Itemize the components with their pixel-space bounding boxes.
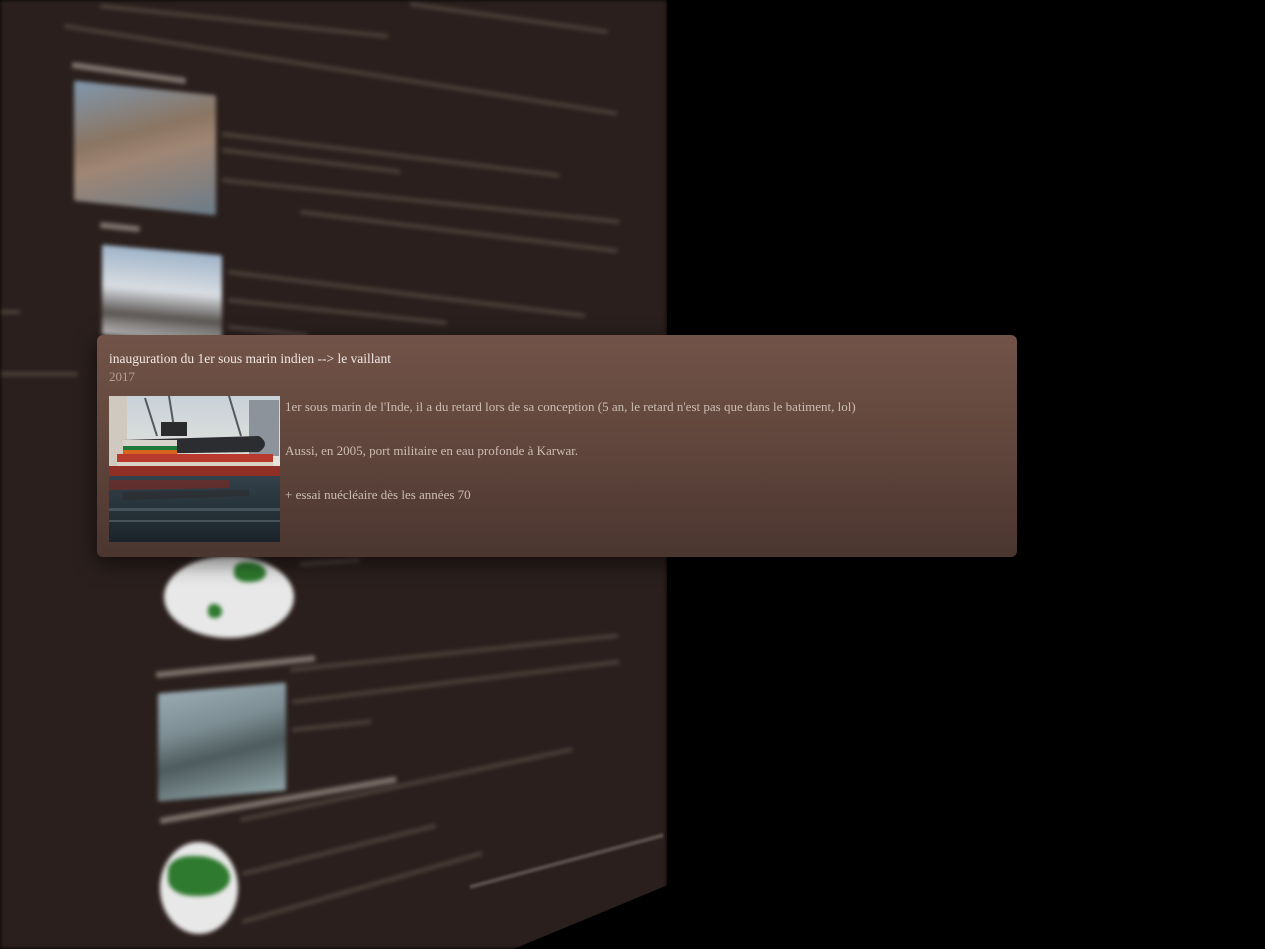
bg-entry-thumbnail	[74, 80, 216, 216]
event-description-paragraph: Aussi, en 2005, port militaire en eau pr…	[285, 443, 579, 458]
bg-text-line	[241, 823, 437, 876]
bg-text-line	[221, 178, 621, 224]
bg-entry-title	[99, 222, 141, 233]
bg-text-line	[409, 2, 609, 34]
bg-globe-map	[164, 556, 294, 638]
bg-entry-thumbnail	[158, 682, 286, 802]
bg-text-line	[239, 747, 573, 822]
event-photo[interactable]	[109, 396, 280, 542]
bg-text-line	[227, 298, 448, 325]
event-description-paragraph: 1er sous marin de l'Inde, il a du retard…	[285, 399, 856, 414]
bg-text-line	[299, 557, 360, 566]
bg-entry-thumbnail	[102, 244, 222, 346]
timeline-viewer: inauguration du 1er sous marin indien --…	[0, 0, 1265, 949]
bg-text-line	[0, 310, 20, 314]
bg-entry-title	[71, 62, 187, 84]
timeline-event-popup[interactable]: inauguration du 1er sous marin indien --…	[97, 335, 1017, 557]
event-description-paragraph: + essai nuécléaire dès les années 70	[285, 487, 471, 502]
bg-text-line	[99, 4, 389, 39]
bg-text-line	[227, 270, 586, 318]
bg-globe-map	[160, 842, 238, 934]
bg-text-line	[0, 372, 78, 376]
bg-text-line	[291, 719, 372, 732]
bg-entry-title	[155, 655, 316, 678]
event-title: inauguration du 1er sous marin indien --…	[109, 351, 392, 366]
event-year: 2017	[109, 369, 135, 384]
